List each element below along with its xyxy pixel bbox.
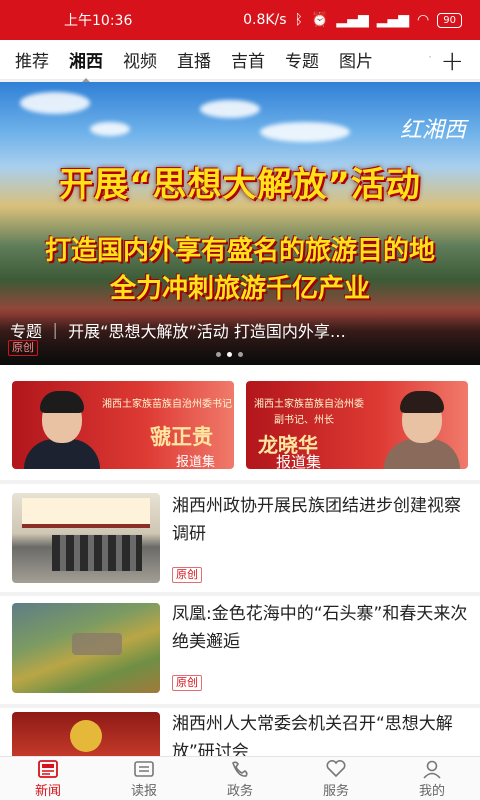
nav-government-label: 政务 [226, 783, 253, 799]
leader-portrait-2 [382, 387, 462, 469]
tab-video[interactable]: 视频 [123, 47, 157, 72]
banner-logo: 红湘西 [399, 118, 466, 143]
carousel-dots [216, 352, 243, 357]
leader-1-name: 虢正贵 [150, 424, 213, 449]
leader-1-subtitle: 湘西土家族苗族自治州委书记 [102, 399, 232, 410]
channel-tabs: 推荐 湘西 视频 直播 吉首 专题 图片 · + [0, 40, 480, 83]
nav-mine-label: 我的 [418, 783, 445, 799]
signal-icon-2: ▂▄▆ [376, 12, 410, 28]
service-heart-icon [326, 759, 346, 777]
news-item-2[interactable]: 凤凰:金色花海中的“石头寨”和春天来次绝美邂逅 原创 [0, 596, 480, 704]
news-thumbnail-2 [12, 603, 160, 693]
news-item-3[interactable]: 湘西州人大常委会机关召开“思想大解放”研讨会 [0, 708, 480, 756]
add-channel-icon[interactable]: + [441, 44, 464, 77]
news-title-1: 湘西州政协开展民族团结进步创建视察调研 [172, 496, 461, 544]
leader-2-subtitle-2: 副书记、州长 [274, 415, 334, 426]
leader-cards: 湘西土家族苗族自治州委书记 虢正贵 报道集 湘西土家族苗族自治州委 副书记、州长… [0, 365, 480, 480]
news-title-3: 湘西州人大常委会机关召开“思想大解放”研讨会 [172, 714, 453, 756]
news-icon [38, 759, 58, 778]
banner-line-2: 全力冲刺旅游千亿产业 [109, 274, 370, 304]
battery-icon: 90 [437, 12, 462, 28]
banner-line-1: 打造国内外享有盛名的旅游目的地 [44, 236, 435, 266]
tab-pictures[interactable]: 图片 [339, 47, 373, 72]
nav-newspaper-label: 读报 [130, 783, 157, 799]
leader-portrait-1 [22, 387, 102, 469]
tab-xiangxi[interactable]: 湘西 [69, 47, 103, 83]
banner-caption: 专题 ｜ 开展“思想大解放”活动 打造国内外享… [10, 322, 346, 341]
leader-2-label: 报道集 [276, 453, 322, 469]
leader-1-label: 报道集 [176, 455, 216, 469]
nav-service[interactable]: 服务 [288, 757, 384, 800]
leader-2-subtitle: 湘西土家族苗族自治州委 [254, 399, 364, 410]
leader-card-2[interactable]: 湘西土家族苗族自治州委 副书记、州长 龙晓华 报道集 [246, 381, 468, 469]
status-time: 上午10:36 [64, 13, 133, 29]
nav-news-label: 新闻 [34, 783, 61, 799]
tab-special[interactable]: 专题 [285, 47, 319, 72]
status-icons: 0.8K/s ᛒ ⏰ ▂▄▆ ▂▄▆ ◠ 90 [243, 12, 462, 28]
government-icon [232, 760, 248, 777]
nav-service-label: 服务 [322, 783, 349, 799]
leader-card-1[interactable]: 湘西土家族苗族自治州委书记 虢正贵 报道集 [12, 381, 234, 469]
banner-original-badge: 原创 [8, 340, 38, 356]
nav-newspaper[interactable]: 读报 [96, 757, 192, 800]
tab-live[interactable]: 直播 [177, 47, 211, 72]
nav-news[interactable]: 新闻 [0, 757, 96, 800]
news-original-badge-1: 原创 [172, 567, 202, 583]
nav-government[interactable]: 政务 [192, 757, 288, 800]
news-thumbnail-1 [12, 493, 160, 583]
signal-icon: ▂▄▆ [336, 12, 369, 28]
news-item-1[interactable]: 湘西州政协开展民族团结进步创建视察调研 原创 [0, 484, 480, 592]
tab-jishou[interactable]: 吉首 [231, 47, 265, 72]
banner-title: 开展“思想大解放”活动 [59, 165, 421, 205]
tab-recommend[interactable]: 推荐 [15, 47, 49, 72]
status-bar: 上午10:36 0.8K/s ᛒ ⏰ ▂▄▆ ▂▄▆ ◠ 90 [0, 0, 480, 40]
carousel-dot [216, 352, 221, 357]
newspaper-icon [134, 760, 154, 777]
headline-banner[interactable]: 红湘西 开展“思想大解放”活动 打造国内外享有盛名的旅游目的地 全力冲刺旅游千亿… [0, 82, 480, 365]
carousel-dot [238, 352, 243, 357]
carousel-dot-active [227, 352, 232, 357]
network-speed: 0.8K/s [243, 12, 287, 28]
wifi-icon: ◠ [417, 12, 430, 28]
news-thumbnail-3 [12, 712, 160, 756]
nav-mine[interactable]: 我的 [384, 757, 480, 800]
news-original-badge-2: 原创 [172, 675, 202, 691]
user-icon [423, 760, 441, 779]
news-title-2: 凤凰:金色花海中的“石头寨”和春天来次绝美邂逅 [172, 604, 468, 652]
tab-overflow-icon: · [428, 50, 432, 64]
bluetooth-icon: ᛒ [294, 12, 303, 28]
bottom-navigation: 新闻 读报 政务 服务 我的 [0, 756, 480, 800]
alarm-icon: ⏰ [310, 12, 329, 28]
